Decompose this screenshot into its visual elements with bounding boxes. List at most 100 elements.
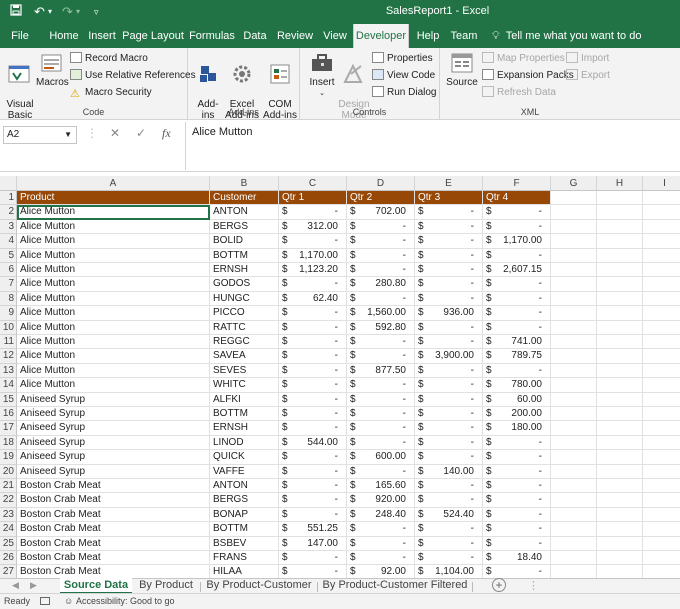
tab-data[interactable]: Data (240, 24, 270, 48)
tab-file[interactable]: File (4, 24, 36, 48)
grid-cell[interactable] (643, 277, 680, 292)
grid-cell[interactable]: $92.00 (347, 565, 415, 578)
grid-cell[interactable] (551, 291, 597, 307)
grid-cell[interactable]: $ - (279, 320, 347, 335)
grid-cell[interactable]: WHITC (210, 378, 279, 393)
more-sheets-icon[interactable]: ⋮ (528, 579, 539, 592)
column-header[interactable]: A (17, 176, 210, 191)
grid-cell[interactable]: BSBEV (210, 536, 279, 551)
row-header[interactable]: 15 (0, 392, 17, 407)
grid-cell[interactable]: RATTC (210, 320, 279, 335)
grid-cell[interactable]: $200.00 (483, 407, 551, 422)
grid-cell[interactable]: $789.75 (483, 349, 551, 364)
chevron-down-icon[interactable]: ▼ (64, 127, 72, 143)
grid-cell[interactable] (551, 507, 597, 523)
grid-cell[interactable]: $544.00 (279, 435, 347, 451)
grid-cell[interactable] (597, 522, 643, 537)
grid-cell[interactable]: $551.25 (279, 522, 347, 537)
grid-cell[interactable] (551, 378, 597, 393)
row-header[interactable]: 22 (0, 493, 17, 508)
add-sheet-icon[interactable]: + (492, 578, 506, 592)
grid-cell[interactable] (551, 450, 597, 465)
cancel-icon[interactable]: ✕ (110, 126, 120, 140)
grid-cell[interactable] (643, 450, 680, 465)
grid-cell[interactable]: $ - (347, 263, 415, 278)
grid-cell[interactable]: $1,560.00 (347, 306, 415, 321)
row-header[interactable]: 13 (0, 363, 17, 379)
grid-cell[interactable]: $ - (415, 536, 483, 551)
grid-cell[interactable]: Alice Mutton (17, 363, 210, 379)
row-header[interactable]: 18 (0, 435, 17, 451)
grid-cell[interactable] (551, 392, 597, 407)
grid-cell[interactable] (597, 191, 643, 206)
grid-cell[interactable] (551, 464, 597, 479)
grid-cell[interactable]: $ - (279, 507, 347, 523)
grid-cell[interactable]: Boston Crab Meat (17, 493, 210, 508)
grid-cell[interactable]: $ - (347, 407, 415, 422)
grid-cell[interactable]: $ - (279, 335, 347, 350)
grid-cell[interactable]: $ - (347, 335, 415, 350)
grid-cell[interactable]: Alice Mutton (17, 378, 210, 393)
grid-cell[interactable]: $ - (415, 248, 483, 263)
row-header[interactable]: 12 (0, 349, 17, 364)
grid-cell[interactable]: $ - (483, 306, 551, 321)
grid-cell[interactable]: PICCO (210, 306, 279, 321)
grid-cell[interactable]: $ - (279, 205, 347, 220)
column-header[interactable]: I (643, 176, 680, 191)
scroll-right-icon[interactable]: ▶ (30, 580, 37, 591)
grid-cell[interactable] (643, 349, 680, 364)
grid-cell[interactable] (597, 493, 643, 508)
grid-cell[interactable]: BONAP (210, 507, 279, 523)
grid-cell[interactable]: $936.00 (415, 306, 483, 321)
grid-cell[interactable]: Boston Crab Meat (17, 565, 210, 578)
refresh-data-button[interactable]: Refresh Data (482, 86, 556, 100)
column-header[interactable]: D (347, 176, 415, 191)
grid-cell[interactable]: $140.00 (415, 464, 483, 479)
grid-cell[interactable]: HILAA (210, 565, 279, 578)
grid-cell[interactable]: Alice Mutton (17, 306, 210, 321)
sheet-tab-by-product[interactable]: By Product (134, 578, 198, 594)
grid-cell[interactable]: ERNSH (210, 421, 279, 436)
grid-cell[interactable]: $ - (415, 493, 483, 508)
header-cell[interactable]: Qtr 2 (347, 191, 415, 206)
source-button[interactable]: Source (446, 51, 478, 88)
grid-cell[interactable]: $702.00 (347, 205, 415, 220)
grid-cell[interactable]: Alice Mutton (17, 291, 210, 307)
grid-cell[interactable]: QUICK (210, 450, 279, 465)
grid-cell[interactable]: $ - (483, 248, 551, 263)
header-cell[interactable]: Product (17, 191, 210, 206)
grid-cell[interactable]: $280.80 (347, 277, 415, 292)
formula-input[interactable]: Alice Mutton (185, 122, 680, 170)
grid-cell[interactable] (597, 551, 643, 566)
column-header[interactable]: F (483, 176, 551, 191)
grid-cell[interactable] (597, 450, 643, 465)
grid-cell[interactable] (597, 507, 643, 523)
grid-cell[interactable]: Alice Mutton (17, 263, 210, 278)
grid-cell[interactable]: BERGS (210, 219, 279, 235)
grid-cell[interactable]: $ - (279, 363, 347, 379)
grid-cell[interactable]: ERNSH (210, 263, 279, 278)
grid-cell[interactable]: $ - (347, 219, 415, 235)
accessibility-icon[interactable]: ☺︎ (64, 594, 73, 609)
grid-cell[interactable]: BOTTM (210, 248, 279, 263)
tell-me-box[interactable]: 💡︎ Tell me what you want to do (492, 24, 641, 48)
grid-cell[interactable]: $ - (347, 234, 415, 249)
grid-cell[interactable]: $ - (347, 435, 415, 451)
grid-cell[interactable]: $ - (415, 205, 483, 220)
grid-cell[interactable]: $ - (415, 392, 483, 407)
tab-team[interactable]: Team (447, 24, 481, 48)
row-header[interactable]: 8 (0, 291, 17, 307)
grid-cell[interactable] (643, 508, 680, 523)
grid-cell[interactable] (551, 479, 597, 494)
tab-developer[interactable]: Developer (353, 24, 409, 49)
grid-cell[interactable]: $ - (279, 450, 347, 465)
grid-cell[interactable] (597, 421, 643, 436)
grid-cell[interactable]: $ - (279, 349, 347, 364)
row-header[interactable]: 16 (0, 407, 17, 422)
grid-cell[interactable] (551, 493, 597, 508)
column-header[interactable]: C (279, 176, 347, 191)
grid-cell[interactable]: $62.40 (279, 291, 347, 307)
grid-cell[interactable]: $ - (279, 479, 347, 494)
grid-cell[interactable] (643, 306, 680, 321)
grid-cell[interactable]: $ - (483, 493, 551, 508)
